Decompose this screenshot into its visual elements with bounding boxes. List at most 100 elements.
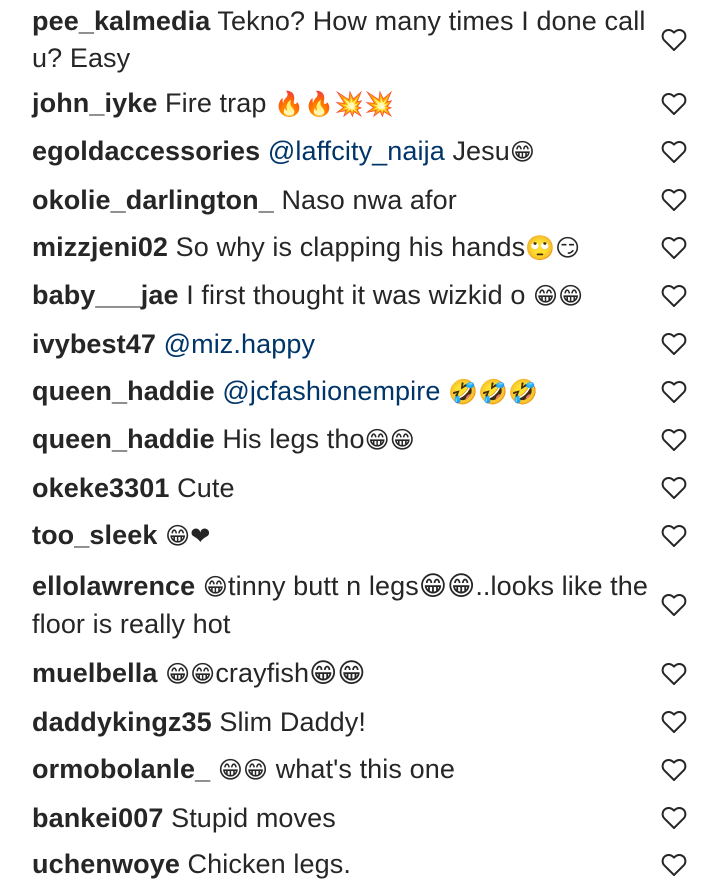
like-heart-icon[interactable] <box>661 236 687 260</box>
comment-body: Stupid moves <box>163 802 336 833</box>
comment-username[interactable]: egoldaccessories <box>32 136 260 166</box>
like-heart-icon[interactable] <box>661 332 687 356</box>
comment-body <box>210 754 218 784</box>
comment-row: too_sleek 😁❤ <box>0 512 720 560</box>
comment-body: crayfish😁😁 <box>215 658 366 688</box>
comment-username[interactable]: ivybest47 <box>32 329 156 359</box>
comment-mention[interactable]: @miz.happy <box>164 329 315 359</box>
comment-emoji: 😁😁 <box>364 426 415 454</box>
like-heart-icon[interactable] <box>661 188 687 212</box>
comment-text: ivybest47 @miz.happy <box>32 326 315 363</box>
comment-emoji: 😁 <box>509 138 536 166</box>
comment-text: too_sleek 😁❤ <box>32 517 210 555</box>
comment-username[interactable]: ormobolanle_ <box>32 754 210 784</box>
comment-body: what's this one <box>268 754 455 784</box>
comment-text: bankei007 Stupid moves <box>32 800 336 837</box>
like-heart-icon[interactable] <box>661 758 687 782</box>
comment-emoji: 😁😁 <box>533 282 584 310</box>
comment-username[interactable]: john_iyke <box>32 88 157 118</box>
comment-body: His legs tho <box>214 424 365 454</box>
comment-username[interactable]: queen_haddie <box>32 376 215 406</box>
comment-row: uchenwoye Chicken legs. <box>0 842 720 887</box>
comment-username[interactable]: baby___jae <box>32 280 179 310</box>
comment-body: Naso nwa afor <box>273 184 457 215</box>
comment-mention[interactable]: @laffcity_naija <box>268 136 445 166</box>
comment-text: daddykingz35 Slim Daddy! <box>32 704 366 741</box>
comment-username[interactable]: mizzjeni02 <box>32 232 168 262</box>
comment-body: I first thought it was wizkid o <box>178 280 534 310</box>
comment-row: okolie_darlington_ Naso nwa afor <box>0 176 720 224</box>
comment-row: muelbella 😁😁crayfish😁😁 <box>0 650 720 698</box>
comment-body <box>157 658 165 688</box>
comment-username[interactable]: ellolawrence <box>32 571 195 601</box>
like-heart-icon[interactable] <box>661 380 687 404</box>
comment-emoji: 😁😁 <box>165 660 216 688</box>
comment-username[interactable]: bankei007 <box>32 803 163 833</box>
comment-row: pee_kalmedia Tekno? How many times I don… <box>0 0 720 80</box>
comment-username[interactable]: uchenwoye <box>32 849 180 879</box>
comment-body: Jesu <box>444 136 510 166</box>
comment-body <box>157 520 165 550</box>
comment-body: Slim Daddy! <box>211 706 366 737</box>
like-heart-icon[interactable] <box>661 853 687 877</box>
like-heart-icon[interactable] <box>661 140 687 164</box>
comment-emoji: 🔥🔥💥💥 <box>274 90 395 118</box>
comment-text: okeke3301 Cute <box>32 470 235 507</box>
comment-body: Chicken legs. <box>179 849 351 879</box>
comment-mention[interactable]: @jcfashionempire <box>222 376 440 406</box>
like-heart-icon[interactable] <box>661 284 687 308</box>
comment-text: queen_haddie His legs tho😁😁 <box>32 421 415 459</box>
comment-emoji: 😁❤ <box>165 522 211 550</box>
comment-text: queen_haddie @jcfashionempire 🤣🤣🤣 <box>32 373 538 411</box>
comment-row: ivybest47 @miz.happy <box>0 320 720 368</box>
comment-text: mizzjeni02 So why is clapping his hands🙄… <box>32 229 580 267</box>
like-heart-icon[interactable] <box>661 476 687 500</box>
like-heart-icon[interactable] <box>661 662 687 686</box>
comment-body <box>440 376 448 406</box>
like-heart-icon[interactable] <box>661 28 687 52</box>
comment-emoji: 🤣🤣🤣 <box>448 378 539 406</box>
comment-row: john_iyke Fire trap 🔥🔥💥💥 <box>0 80 720 128</box>
comment-body <box>195 571 203 601</box>
like-heart-icon[interactable] <box>661 593 687 617</box>
comment-username[interactable]: daddykingz35 <box>32 707 212 737</box>
comment-emoji: 😁😁 <box>217 756 269 784</box>
comment-row: egoldaccessories @laffcity_naija Jesu😁 <box>0 128 720 176</box>
comment-text: egoldaccessories @laffcity_naija Jesu😁 <box>32 133 535 171</box>
like-heart-icon[interactable] <box>661 524 687 548</box>
comment-text: john_iyke Fire trap 🔥🔥💥💥 <box>32 85 394 123</box>
comment-username[interactable]: okolie_darlington_ <box>32 185 274 215</box>
comment-body <box>156 329 164 359</box>
comment-text: uchenwoye Chicken legs. <box>32 846 351 883</box>
comment-text: ormobolanle_ 😁😁 what's this one <box>32 751 455 789</box>
comment-row: queen_haddie His legs tho😁😁 <box>0 416 720 464</box>
comment-username[interactable]: queen_haddie <box>32 424 215 454</box>
comment-row: ormobolanle_ 😁😁 what's this one <box>0 746 720 794</box>
comment-body: Fire trap <box>157 88 275 118</box>
comment-username[interactable]: okeke3301 <box>32 473 170 503</box>
comment-text: muelbella 😁😁crayfish😁😁 <box>32 655 366 693</box>
comment-row: bankei007 Stupid moves <box>0 794 720 842</box>
comment-text: ellolawrence 😁tinny butt n legs😁😁..looks… <box>32 568 650 643</box>
comment-emoji: 😁 <box>202 572 229 601</box>
comment-body <box>260 136 268 166</box>
comment-username[interactable]: pee_kalmedia <box>32 6 210 36</box>
comment-row: baby___jae I first thought it was wizkid… <box>0 272 720 320</box>
comment-row: okeke3301 Cute <box>0 464 720 512</box>
comment-text: pee_kalmedia Tekno? How many times I don… <box>32 3 650 77</box>
comment-row: daddykingz35 Slim Daddy! <box>0 698 720 746</box>
comment-body: So why is clapping his hands <box>168 232 526 262</box>
like-heart-icon[interactable] <box>661 428 687 452</box>
comment-row: mizzjeni02 So why is clapping his hands🙄… <box>0 224 720 272</box>
comment-username[interactable]: muelbella <box>32 658 157 688</box>
like-heart-icon[interactable] <box>661 806 687 830</box>
comment-body: Cute <box>169 472 235 503</box>
comment-text: okolie_darlington_ Naso nwa afor <box>32 182 457 219</box>
comment-list: pee_kalmedia Tekno? How many times I don… <box>0 0 720 887</box>
like-heart-icon[interactable] <box>661 92 687 116</box>
comment-username[interactable]: too_sleek <box>32 520 157 550</box>
comment-row: queen_haddie @jcfashionempire 🤣🤣🤣 <box>0 368 720 416</box>
comment-row: ellolawrence 😁tinny butt n legs😁😁..looks… <box>0 560 720 650</box>
comment-emoji: 🙄😏 <box>525 234 581 262</box>
like-heart-icon[interactable] <box>661 710 687 734</box>
